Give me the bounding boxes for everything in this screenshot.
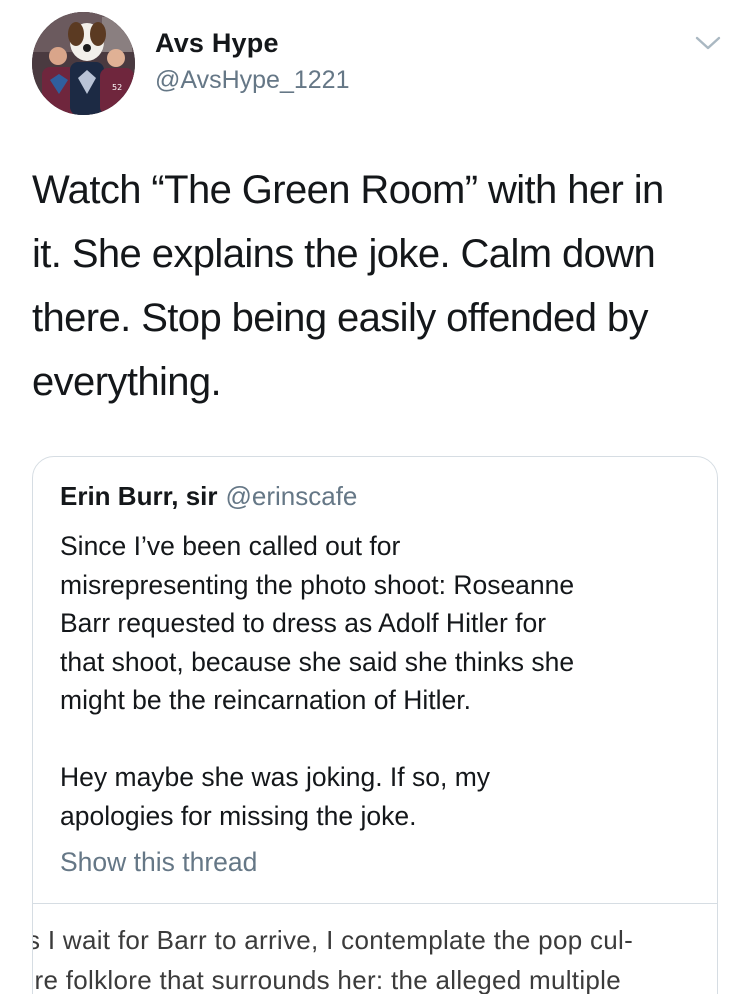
chevron-down-icon[interactable] (694, 33, 722, 53)
quoted-tweet-text: Since I’ve been called out for misrepres… (60, 527, 700, 835)
tweet-text: Watch “The Green Room” with her in it. S… (32, 158, 722, 414)
quoted-tweet-card[interactable]: Erin Burr, sir @erinscafe Since I’ve been… (32, 456, 718, 994)
quoted-text-line: Hey maybe she was joking. If so, my (60, 762, 491, 792)
quoted-text-line: Barr requested to dress as Adolf Hitler … (60, 608, 547, 638)
quoted-text-line: Since I’ve been called out for (60, 531, 401, 561)
quoted-author-handle[interactable]: @erinscafe (226, 481, 358, 511)
quoted-text-line: might be the reincarnation of Hitler. (60, 685, 471, 715)
quoted-text-line: misrepresenting the photo shoot: Roseann… (60, 569, 575, 600)
image-text-line: s I wait for Barr to arrive, I contempla… (33, 925, 634, 955)
image-text: s I wait for Barr to arrive, I contempla… (33, 920, 633, 994)
show-thread-link[interactable]: Show this thread (60, 847, 257, 878)
quoted-tweet-image[interactable]: s I wait for Barr to arrive, I contempla… (33, 903, 717, 994)
avatar-photo: 52 (32, 12, 135, 115)
svg-text:52: 52 (112, 83, 122, 92)
tweet-text-line: everything. (32, 360, 222, 404)
tweet-text-line: it. She explains the joke. Calm down (32, 232, 656, 276)
tweet-text-line: there. Stop being easily offended by (32, 296, 649, 340)
tweet-text-line: Watch “The Green Room” with her in (32, 168, 664, 212)
author-handle[interactable]: @AvsHype_1221 (155, 66, 349, 95)
quoted-text-line: apologies for missing the joke. (60, 800, 417, 831)
tweet-view: 52 Avs Hype @AvsHype_1221 Watch “The Gre… (0, 0, 750, 994)
quoted-author-name[interactable]: Erin Burr, sir (60, 481, 218, 511)
author-display-name[interactable]: Avs Hype (155, 28, 279, 59)
quoted-text-line: that shoot, because she said she thinks … (60, 646, 575, 677)
quoted-tweet-header: Erin Burr, sir @erinscafe (60, 481, 357, 512)
image-text-line: ıre folklore that surrounds her: the all… (33, 965, 621, 994)
profile-avatar[interactable]: 52 (32, 12, 135, 115)
